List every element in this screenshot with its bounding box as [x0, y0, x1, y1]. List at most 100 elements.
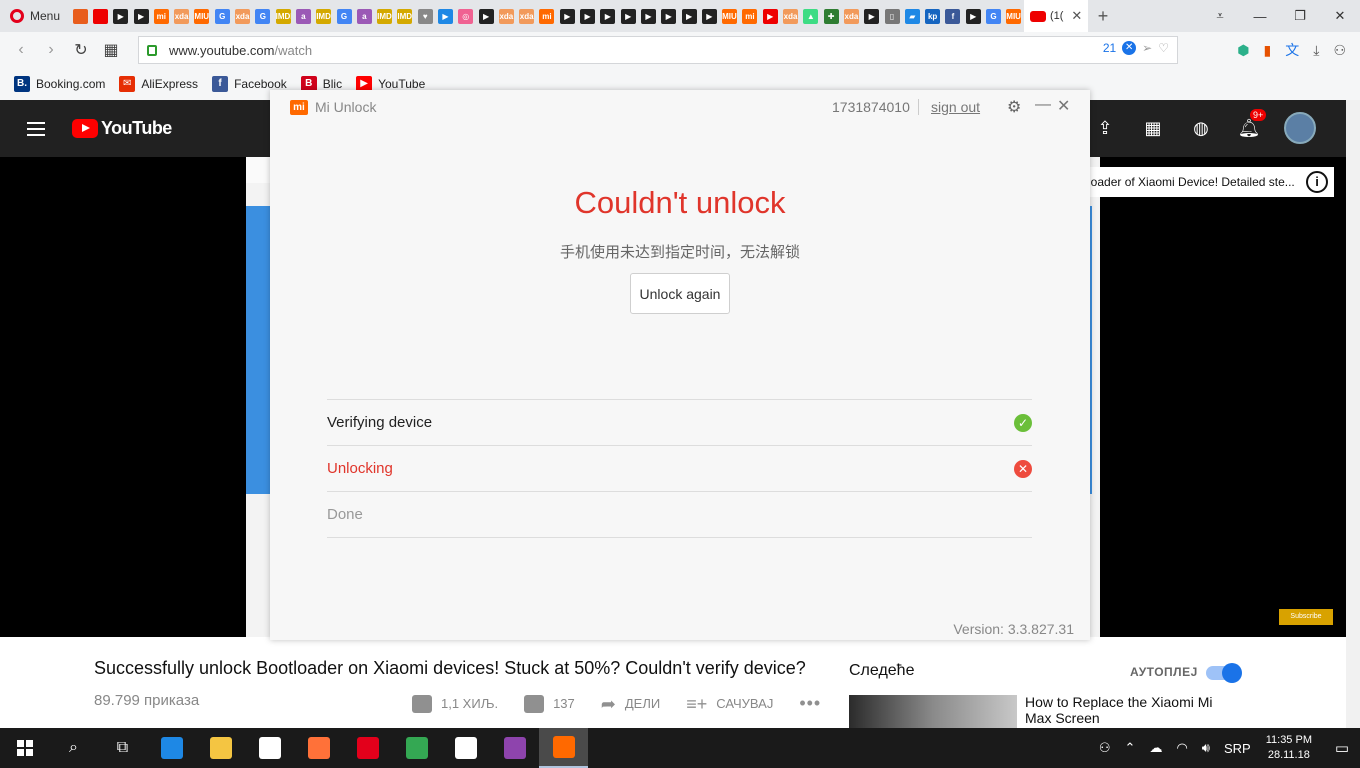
apps-grid-icon[interactable]: ▦	[1140, 115, 1166, 141]
close-tab-icon[interactable]: ✕	[1071, 8, 1082, 24]
pinned-tab[interactable]: ▶	[131, 0, 151, 32]
clock[interactable]: 11:35 PM 28.11.18	[1266, 733, 1312, 763]
minimize-window-button[interactable]: —	[1240, 0, 1280, 32]
taskbar-app-button[interactable]	[196, 728, 245, 768]
extension-icon[interactable]: ▮	[1264, 42, 1272, 59]
unlock-again-button[interactable]: Unlock again	[630, 273, 730, 314]
people-icon[interactable]: ⚇	[1099, 740, 1111, 756]
youtube-logo[interactable]: YouTube	[72, 118, 172, 139]
close-window-button[interactable]: ✕	[1320, 0, 1360, 32]
pinned-tab[interactable]: ▶	[862, 0, 882, 32]
pinned-tab[interactable]: IMDb	[273, 0, 293, 32]
pinned-tab[interactable]: xda	[841, 0, 861, 32]
volume-icon[interactable]: 🔊︎	[1202, 740, 1210, 756]
messages-icon[interactable]: ◍	[1188, 115, 1214, 141]
send-icon[interactable]: ➢	[1142, 41, 1152, 55]
pinned-tab[interactable]: MIUI	[192, 0, 212, 32]
video-overlay-title[interactable]: loader of Xiaomi Device! Detailed ste...…	[1080, 167, 1334, 197]
url-field[interactable]: www.youtube.com/watch 21 ✕ ➢ ♡	[138, 36, 1178, 64]
pinned-tab[interactable]: ▯	[882, 0, 902, 32]
more-actions-icon[interactable]: •••	[799, 693, 821, 714]
task-view-button[interactable]: ⧉	[98, 728, 147, 768]
pinned-tab[interactable]: G	[253, 0, 273, 32]
pinned-tab[interactable]: ▶	[598, 0, 618, 32]
action-center-icon[interactable]: ▭	[1324, 739, 1360, 757]
taskbar-app-button[interactable]	[490, 728, 539, 768]
pinned-tab[interactable]: ▶	[618, 0, 638, 32]
pinned-tab[interactable]: mi	[740, 0, 760, 32]
pinned-tab[interactable]: ▶	[963, 0, 983, 32]
bookmark-item[interactable]: ✉ AliExpress	[119, 76, 198, 92]
pinned-tab[interactable]: ▶	[679, 0, 699, 32]
pinned-tab[interactable]: MIUI	[720, 0, 740, 32]
taskbar-app-button[interactable]	[294, 728, 343, 768]
onedrive-icon[interactable]: ☁	[1149, 740, 1162, 756]
gear-icon[interactable]: ⚙	[1007, 97, 1021, 117]
vpn-extension-icon[interactable]: ⬢	[1237, 42, 1249, 59]
back-button[interactable]: ‹	[6, 35, 36, 65]
taskbar-app-button[interactable]	[343, 728, 392, 768]
pinned-tab[interactable]: G	[212, 0, 232, 32]
pinned-tab[interactable]	[90, 0, 110, 32]
pinned-tab[interactable]: ▶	[111, 0, 131, 32]
pinned-tab[interactable]: ▶	[435, 0, 455, 32]
active-tab[interactable]: (1( ✕	[1023, 0, 1088, 32]
save-button[interactable]: ≡+ САЧУВАЈ	[686, 695, 773, 713]
pinned-tab[interactable]: ▶	[760, 0, 780, 32]
sign-out-link[interactable]: sign out	[931, 99, 980, 115]
recommended-video-thumbnail[interactable]	[849, 695, 1017, 728]
pinned-tab[interactable]: ✚	[821, 0, 841, 32]
pinned-tab[interactable]: MIUI	[1004, 0, 1024, 32]
translate-extension-icon[interactable]: 文	[1285, 40, 1299, 60]
network-icon[interactable]: ◠	[1176, 740, 1187, 756]
autoplay-toggle[interactable]	[1206, 663, 1242, 683]
notifications-bell-icon[interactable]: 🔔︎ 9+	[1236, 109, 1267, 141]
maximize-window-button[interactable]: ❐	[1280, 0, 1320, 32]
upload-icon[interactable]: ⇪	[1092, 115, 1118, 141]
tab-menu-icon[interactable]: ⩡	[1200, 0, 1240, 32]
recommended-video-title[interactable]: How to Replace the Xiaomi Mi Max Screen	[1025, 694, 1235, 726]
page-scrollbar[interactable]	[1346, 100, 1360, 728]
taskbar-app-button[interactable]	[539, 728, 588, 768]
pinned-tab[interactable]: ▶	[699, 0, 719, 32]
pinned-tab[interactable]: IMDb	[395, 0, 415, 32]
minimize-icon[interactable]: —	[1035, 96, 1051, 114]
heart-bookmark-icon[interactable]: ♡	[1158, 41, 1169, 55]
pinned-tab[interactable]: ♥	[415, 0, 435, 32]
pinned-tab[interactable]: a	[354, 0, 374, 32]
pinned-tab[interactable]: mi	[537, 0, 557, 32]
pinned-tab[interactable]: a	[293, 0, 313, 32]
taskbar-app-button[interactable]	[392, 728, 441, 768]
download-icon[interactable]: ⤓	[1313, 42, 1319, 59]
pinned-tab[interactable]: ◎	[456, 0, 476, 32]
start-button[interactable]	[0, 728, 49, 768]
adblock-icon[interactable]: ✕	[1122, 41, 1137, 55]
hamburger-menu-icon[interactable]	[27, 122, 45, 136]
taskbar-app-button[interactable]	[147, 728, 196, 768]
pinned-tab[interactable]: ▰	[902, 0, 922, 32]
pinned-tab[interactable]: G	[983, 0, 1003, 32]
taskbar-app-button[interactable]	[441, 728, 490, 768]
dislike-button[interactable]: 137	[524, 694, 575, 713]
pinned-tab[interactable]	[70, 0, 90, 32]
pinned-tab[interactable]: ▶	[638, 0, 658, 32]
pinned-tab[interactable]: xda	[780, 0, 800, 32]
pinned-tab[interactable]: xda	[232, 0, 252, 32]
reload-button[interactable]: ↻	[66, 35, 96, 65]
search-button[interactable]: ⌕	[49, 728, 98, 768]
tab-grid-button[interactable]: ▦	[96, 35, 126, 65]
pinned-tab[interactable]: ▲	[801, 0, 821, 32]
pinned-tab[interactable]: ▶	[577, 0, 597, 32]
forward-button[interactable]: ›	[36, 35, 66, 65]
pinned-tab[interactable]: IMDb	[314, 0, 334, 32]
pinned-tab[interactable]: kp	[922, 0, 942, 32]
opera-menu-button[interactable]: Menu	[0, 0, 70, 32]
pinned-tab[interactable]: mi	[151, 0, 171, 32]
profile-icon[interactable]: ⚇	[1333, 42, 1346, 59]
pinned-tab[interactable]: f	[943, 0, 963, 32]
pinned-tab[interactable]: IMDb	[374, 0, 394, 32]
pinned-tab[interactable]: ▶	[659, 0, 679, 32]
subscribe-watermark[interactable]: Subscribe	[1279, 609, 1333, 625]
pinned-tab[interactable]: xda	[171, 0, 191, 32]
taskbar-app-button[interactable]	[245, 728, 294, 768]
